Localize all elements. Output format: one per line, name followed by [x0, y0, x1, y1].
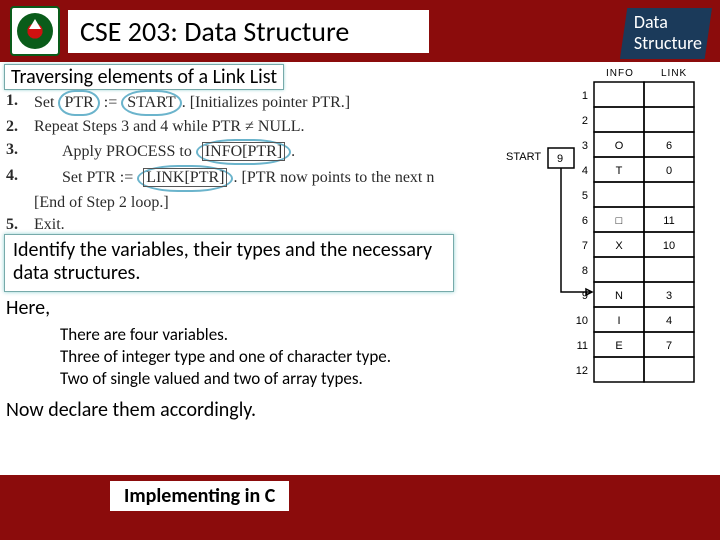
subject-badge: Data Structure — [620, 8, 712, 59]
step-num: 5. — [6, 214, 34, 236]
declare-line: Now declare them accordingly. — [6, 398, 256, 422]
university-logo — [10, 6, 60, 56]
linked-list-diagram: INFO LINK START 9 123O64T056□117X1089N31… — [496, 62, 716, 402]
svg-text:6: 6 — [666, 140, 672, 152]
svg-text:E: E — [615, 340, 622, 352]
svg-text:7: 7 — [666, 340, 672, 352]
badge-line2: Structure — [634, 33, 702, 54]
svg-text:0: 0 — [666, 165, 672, 177]
svg-text:T: T — [616, 165, 623, 177]
svg-text:INFO: INFO — [606, 68, 634, 79]
algorithm-block: 1. Set PTR := START. [Initializes pointe… — [6, 90, 434, 236]
svg-text:10: 10 — [576, 315, 588, 327]
note-line: There are four variables. — [60, 324, 391, 346]
svg-text:11: 11 — [577, 340, 588, 352]
svg-text:12: 12 — [576, 365, 588, 377]
ptr-oval: PTR — [58, 90, 99, 116]
start-oval: START — [121, 90, 181, 116]
svg-text:8: 8 — [582, 265, 588, 277]
svg-text:□: □ — [616, 215, 623, 227]
info-oval: INFO[PTR] — [196, 139, 291, 165]
implementing-label: Implementing in C — [110, 481, 289, 511]
svg-text:1: 1 — [582, 90, 588, 102]
svg-text:9: 9 — [582, 290, 588, 302]
link-oval: LINK[PTR] — [137, 165, 233, 191]
step-num: 2. — [6, 116, 34, 138]
note-line: Three of integer type and one of charact… — [60, 346, 391, 368]
svg-text:START: START — [506, 151, 541, 163]
svg-text:I: I — [617, 315, 620, 327]
svg-text:10: 10 — [663, 240, 675, 252]
svg-text:7: 7 — [582, 240, 588, 252]
header: CSE 203: Data Structure Data Structure — [0, 0, 720, 62]
svg-text:6: 6 — [582, 215, 588, 227]
footer-bar: Implementing in C — [0, 475, 720, 540]
notes-block: There are four variables. Three of integ… — [60, 324, 391, 390]
svg-text:X: X — [615, 240, 623, 252]
svg-text:LINK: LINK — [661, 68, 687, 79]
svg-text:5: 5 — [582, 190, 588, 202]
svg-text:3: 3 — [582, 140, 588, 152]
svg-text:2: 2 — [582, 115, 588, 127]
course-title: CSE 203: Data Structure — [68, 10, 429, 53]
step-num: 3. — [6, 139, 34, 165]
slide-content: Traversing elements of a Link List 1. Se… — [0, 62, 720, 475]
svg-text:3: 3 — [666, 290, 672, 302]
step-num: 1. — [6, 90, 34, 116]
step-num: 4. — [6, 165, 34, 191]
svg-text:N: N — [615, 290, 623, 302]
svg-text:O: O — [615, 140, 624, 152]
svg-text:9: 9 — [557, 153, 563, 165]
svg-text:11: 11 — [663, 215, 674, 227]
svg-text:4: 4 — [666, 315, 672, 327]
here-label: Here, — [6, 296, 50, 320]
svg-text:4: 4 — [582, 165, 588, 177]
section-title: Traversing elements of a Link List — [4, 64, 284, 90]
badge-line1: Data — [634, 12, 702, 33]
note-line: Two of single valued and two of array ty… — [60, 368, 391, 390]
instruction-box: Identify the variables, their types and … — [4, 234, 454, 292]
